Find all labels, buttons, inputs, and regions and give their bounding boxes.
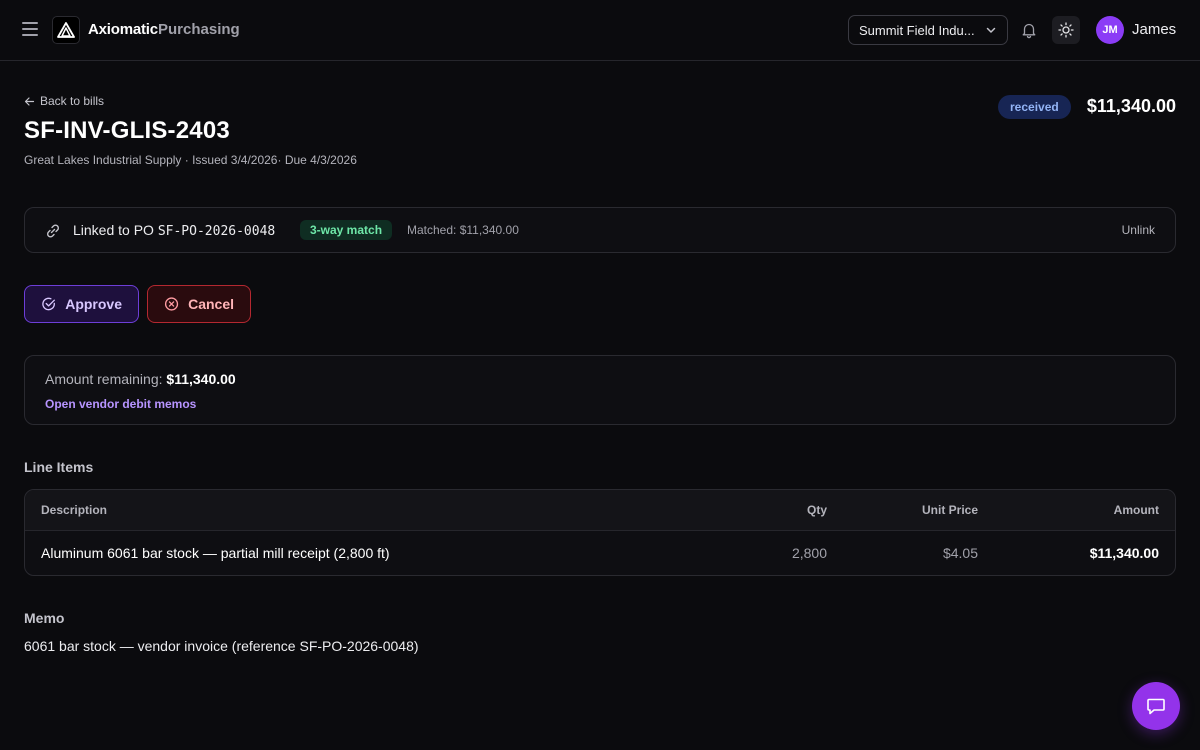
column-header-description: Description xyxy=(41,503,108,517)
cell-amount: $11,340.00 xyxy=(1089,545,1159,561)
back-to-bills-label: Back to bills xyxy=(40,94,105,108)
cancel-button-label: Cancel xyxy=(188,296,234,312)
brand-name: Axiomatic xyxy=(88,21,158,38)
bill-total-amount: $11,340.00 xyxy=(1086,96,1176,116)
bill-subtitle: Great Lakes Industrial Supply · Issued 3… xyxy=(24,153,357,167)
amount-remaining: Amount remaining: $11,340.00 xyxy=(45,371,236,387)
chat-button[interactable] xyxy=(1132,682,1180,730)
linked-po-prefix: Linked to PO xyxy=(73,222,158,238)
approve-button[interactable]: Approve xyxy=(24,285,139,323)
user-name[interactable]: James xyxy=(1132,21,1176,38)
brand-product-name: Purchasing xyxy=(158,21,240,38)
column-header-amount: Amount xyxy=(1113,503,1159,517)
organization-select-value: Summit Field Indu... xyxy=(859,22,975,38)
logo-triangle-icon[interactable] xyxy=(52,16,80,44)
memo-text: 6061 bar stock — vendor invoice (referen… xyxy=(24,638,419,654)
linked-po-number[interactable]: SF-PO-2026-0048 xyxy=(158,224,275,239)
cell-description: Aluminum 6061 bar stock — partial mill r… xyxy=(41,545,390,561)
line-items-table: Description Qty Unit Price Amount Alumin… xyxy=(24,489,1176,576)
table-header: Description Qty Unit Price Amount xyxy=(25,490,1175,531)
chat-bubble-icon xyxy=(1147,698,1165,715)
x-circle-icon xyxy=(164,297,179,311)
amount-remaining-value: $11,340.00 xyxy=(166,371,236,387)
linked-po-label: Linked to PO SF-PO-2026-0048 xyxy=(73,222,275,239)
memo-heading: Memo xyxy=(24,610,65,626)
avatar[interactable]: JM xyxy=(1096,16,1124,44)
cell-unit-price: $4.05 xyxy=(942,545,978,561)
link-icon xyxy=(46,224,60,238)
status-badge: received xyxy=(998,95,1071,119)
linked-po-card: Linked to PO SF-PO-2026-0048 3-way match… xyxy=(24,207,1176,253)
open-debit-memos-link[interactable]: Open vendor debit memos xyxy=(45,397,196,411)
chevron-down-icon xyxy=(986,27,996,33)
column-header-qty: Qty xyxy=(806,503,827,517)
back-to-bills-link[interactable]: Back to bills xyxy=(24,94,104,108)
match-status-badge: 3-way match xyxy=(300,220,393,240)
amount-remaining-label: Amount remaining: xyxy=(45,371,167,387)
unlink-button[interactable]: Unlink xyxy=(1122,223,1155,237)
bell-icon[interactable] xyxy=(1020,21,1038,39)
matched-amount: Matched: $11,340.00 xyxy=(407,223,519,237)
amount-remaining-card: Amount remaining: $11,340.00 Open vendor… xyxy=(24,355,1176,425)
theme-toggle-button[interactable] xyxy=(1052,16,1080,44)
menu-icon[interactable] xyxy=(22,22,38,38)
line-items-heading: Line Items xyxy=(24,459,94,475)
organization-select[interactable]: Summit Field Indu... xyxy=(848,15,1008,45)
column-header-unit-price: Unit Price xyxy=(921,503,978,517)
cell-qty: 2,800 xyxy=(791,545,827,561)
sun-icon xyxy=(1058,22,1074,38)
cancel-button[interactable]: Cancel xyxy=(147,285,251,323)
page-title: SF-INV-GLIS-2403 xyxy=(24,117,230,144)
top-navigation-bar: Axiomatic Purchasing Summit Field Indu..… xyxy=(0,0,1200,61)
check-circle-icon xyxy=(42,297,55,311)
arrow-left-icon xyxy=(24,96,35,106)
approve-button-label: Approve xyxy=(65,296,122,312)
